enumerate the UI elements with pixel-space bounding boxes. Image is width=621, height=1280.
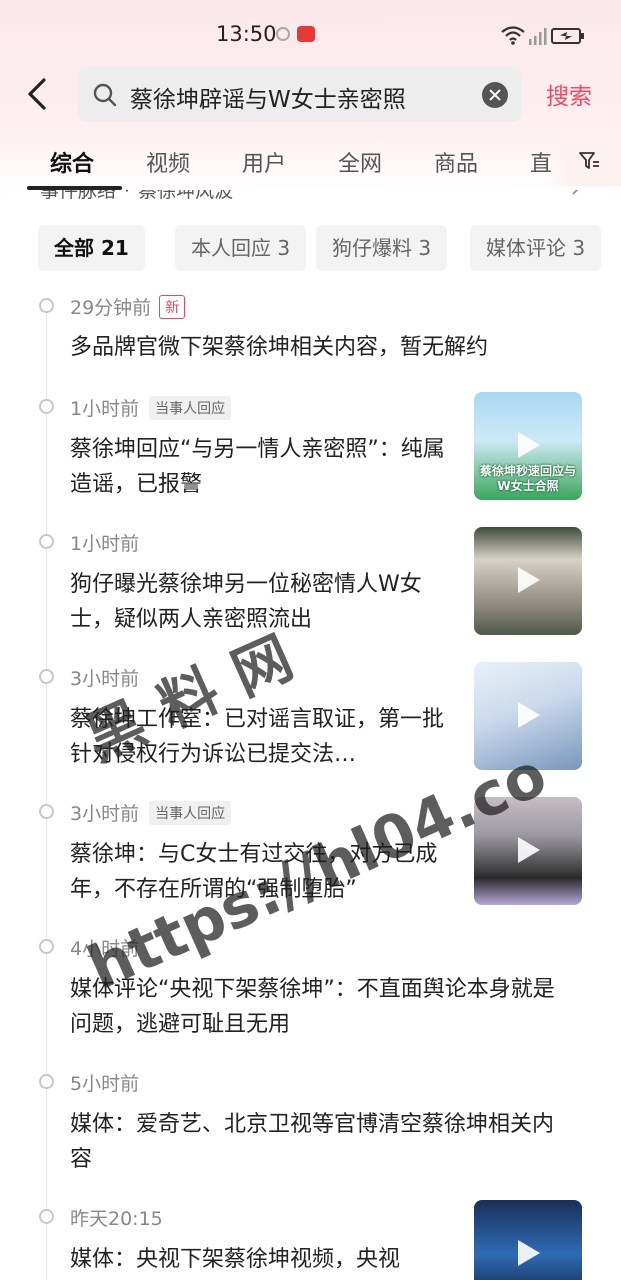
- chip-paparazzi[interactable]: 狗仔爆料 3: [316, 225, 448, 271]
- status-time: 13:50: [216, 22, 277, 46]
- timeline-dot: [39, 1074, 54, 1089]
- event-header-topic: 蔡徐坤风波: [138, 190, 234, 202]
- timeline-dot: [39, 1209, 54, 1224]
- play-icon: [518, 432, 540, 458]
- chip-all[interactable]: 全部 21: [38, 225, 145, 271]
- timeline-dot: [39, 804, 54, 819]
- timeline-dot: [39, 534, 54, 549]
- video-thumbnail[interactable]: [474, 527, 582, 635]
- item-time: 昨天20:15: [70, 1204, 163, 1231]
- timeline-dot: [39, 669, 54, 684]
- result-tabs: 综合 视频 用户 全网 商品 直: [0, 138, 621, 190]
- back-arrow-icon[interactable]: [22, 76, 54, 112]
- search-query-text: 蔡徐坤辟谣与W女士亲密照: [130, 87, 406, 113]
- app-notification-icon: [297, 26, 315, 42]
- play-icon: [518, 837, 540, 863]
- timeline-dot: [39, 399, 54, 414]
- battery-icon: [551, 28, 584, 44]
- video-thumbnail[interactable]: [474, 1200, 582, 1280]
- timeline-line: [46, 308, 47, 1280]
- item-time-text: 1小时前: [70, 398, 140, 420]
- item-time: 1小时前: [70, 529, 139, 556]
- timeline-dot: [39, 939, 54, 954]
- item-title: 蔡徐坤回应“与另一情人亲密照”：纯属造谣，已报警: [70, 437, 445, 497]
- item-time-text: 昨天20:15: [70, 1208, 163, 1230]
- item-time: 1小时前 当事人回应: [70, 394, 232, 421]
- tab-users[interactable]: 用户: [242, 146, 286, 178]
- tag-badge: 当事人回应: [149, 801, 232, 825]
- status-bar: 13:50: [0, 0, 621, 70]
- item-title: 媒体：爱奇艺、北京卫视等官博清空蔡徐坤相关内容: [70, 1112, 555, 1172]
- chip-self-response[interactable]: 本人回应 3: [175, 225, 307, 271]
- chip-media-comment[interactable]: 媒体评论 3: [470, 225, 602, 271]
- play-icon: [518, 567, 540, 593]
- item-title: 多品牌官微下架蔡徐坤相关内容，暂无解约: [70, 335, 489, 360]
- event-header-label: 事件脉络: [40, 190, 117, 202]
- thumbnail-caption: 蔡徐坤秒速回应与W女士合照: [479, 464, 576, 493]
- clear-icon[interactable]: [482, 82, 508, 108]
- chevron-right-icon: [572, 190, 579, 195]
- wifi-icon: [501, 26, 525, 45]
- item-time-text: 5小时前: [70, 1073, 140, 1095]
- search-button[interactable]: 搜索: [546, 77, 592, 111]
- item-title: 媒体：央视下架蔡徐坤视频，央视: [70, 1247, 401, 1272]
- search-icon: [93, 83, 117, 107]
- tag-badge: 当事人回应: [149, 396, 232, 420]
- signal-icon: [529, 28, 547, 45]
- new-badge: 新: [159, 295, 186, 319]
- search-input[interactable]: 蔡徐坤辟谣与W女士亲密照: [78, 66, 521, 122]
- tab-web[interactable]: 全网: [338, 146, 382, 178]
- play-icon: [518, 1240, 540, 1266]
- play-icon: [518, 702, 540, 728]
- tab-products[interactable]: 商品: [434, 146, 478, 178]
- item-time-text: 3小时前: [70, 803, 140, 825]
- item-time-text: 1小时前: [70, 533, 140, 555]
- ring-icon: [276, 27, 290, 41]
- video-thumbnail[interactable]: 蔡徐坤秒速回应与W女士合照: [474, 392, 582, 500]
- item-time: 3小时前 当事人回应: [70, 799, 232, 826]
- item-time: 5小时前: [70, 1069, 139, 1096]
- timeline-dot: [39, 298, 54, 313]
- item-time-text: 29分钟前: [70, 297, 152, 319]
- event-header[interactable]: 事件脉络 · 蔡徐坤风波: [40, 190, 233, 203]
- item-time: 29分钟前新: [70, 293, 186, 320]
- tab-video[interactable]: 视频: [146, 146, 190, 178]
- tab-overview[interactable]: 综合: [50, 146, 94, 178]
- filter-icon[interactable]: [578, 150, 600, 172]
